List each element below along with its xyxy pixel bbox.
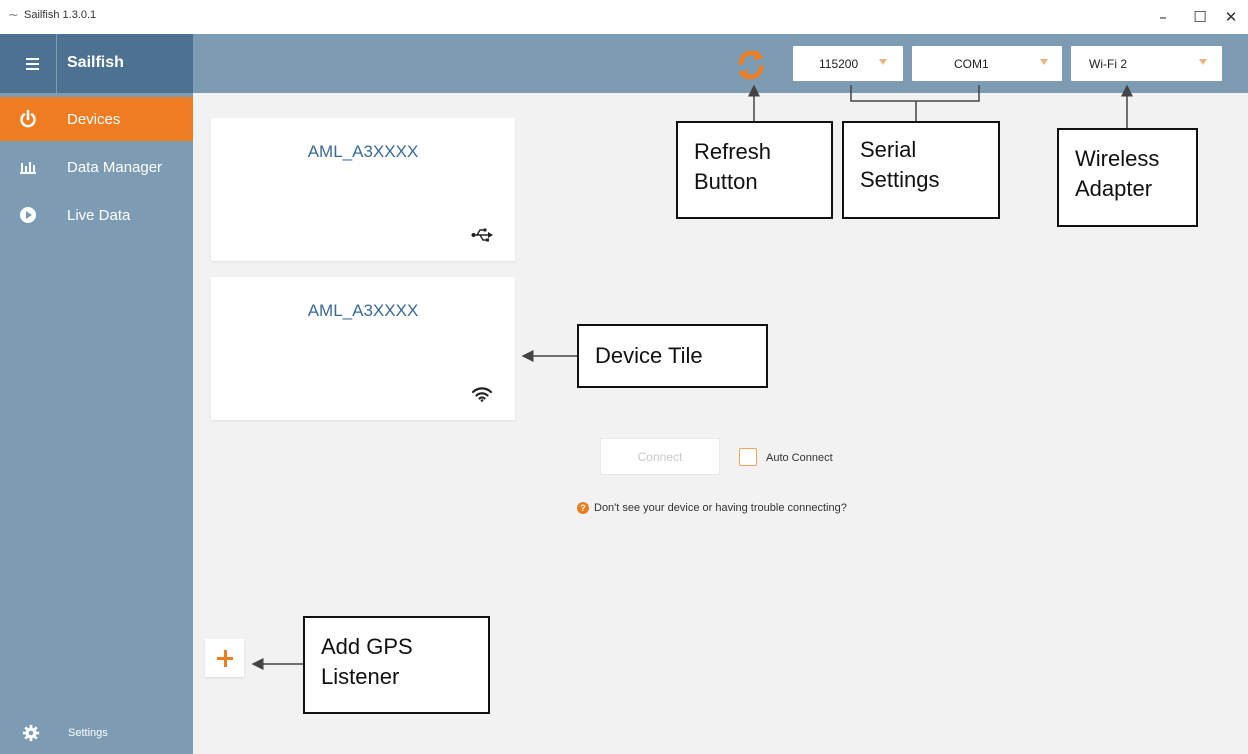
annotation-device-tile: Device Tile xyxy=(577,324,768,388)
annotation-text: Button xyxy=(694,169,758,194)
app-brand: Sailfish xyxy=(67,54,124,71)
device-tile[interactable]: AML_A3XXXX xyxy=(211,277,515,420)
auto-connect-checkbox[interactable] xyxy=(739,448,757,466)
app-window: ~ Sailfish 1.3.0.1 – ☐ ✕ 115200 COM1 Wi-… xyxy=(0,0,1248,754)
menu-icon-bar xyxy=(26,63,39,65)
wave-logo-icon: ~ xyxy=(8,8,19,23)
annotation-text: Adapter xyxy=(1075,176,1153,201)
add-gps-listener-button[interactable] xyxy=(205,639,244,677)
com-port-select[interactable]: COM1 xyxy=(912,46,1062,81)
annotation-text: Serial xyxy=(860,137,917,162)
sidebar-item-data-manager[interactable]: Data Manager xyxy=(0,145,193,189)
device-tile[interactable]: AML_A3XXXX xyxy=(211,118,515,261)
sidebar-item-devices[interactable]: Devices xyxy=(0,97,193,141)
sidebar-item-label: Settings xyxy=(68,727,108,739)
com-port-value: COM1 xyxy=(954,57,989,71)
menu-icon-bar xyxy=(26,68,39,70)
chevron-down-icon xyxy=(879,59,887,65)
annotation-text: Refresh xyxy=(694,139,772,164)
annotation-serial-settings: Serial Settings xyxy=(842,121,1000,219)
hamburger-menu-button[interactable] xyxy=(0,34,57,93)
gear-icon xyxy=(22,724,40,742)
help-link[interactable]: Don't see your device or having trouble … xyxy=(594,502,847,514)
power-icon xyxy=(20,109,36,128)
baud-rate-select[interactable]: 115200 xyxy=(793,46,903,81)
play-icon xyxy=(20,207,36,223)
annotation-text: Device Tile xyxy=(595,343,703,368)
baud-rate-value: 115200 xyxy=(819,57,859,71)
wireless-adapter-select[interactable]: Wi-Fi 2 xyxy=(1071,46,1222,81)
annotation-wireless-adapter: Wireless Adapter xyxy=(1057,128,1198,227)
menu-icon-bar xyxy=(26,58,39,60)
sidebar-item-label: Devices xyxy=(67,111,121,128)
plus-icon xyxy=(223,650,227,667)
bar-chart-icon xyxy=(20,162,36,174)
chevron-down-icon xyxy=(1199,59,1207,65)
annotation-text: Wireless xyxy=(1075,146,1160,171)
help-icon: ? xyxy=(577,502,589,514)
auto-connect-label: Auto Connect xyxy=(766,452,833,464)
connect-button[interactable]: Connect xyxy=(600,438,720,475)
wireless-adapter-value: Wi-Fi 2 xyxy=(1089,57,1127,71)
chevron-down-icon xyxy=(1040,59,1048,65)
close-button[interactable]: ✕ xyxy=(1218,6,1244,28)
device-name: AML_A3XXXX xyxy=(307,142,419,161)
sidebar-header: Sailfish xyxy=(0,34,193,93)
annotation-text: Listener xyxy=(321,664,400,689)
sidebar-item-settings[interactable]: Settings xyxy=(0,719,193,749)
wifi-icon xyxy=(471,387,493,402)
sidebar-item-live-data[interactable]: Live Data xyxy=(0,193,193,237)
usb-icon xyxy=(471,228,493,242)
title-bar: ~ Sailfish 1.3.0.1 – ☐ ✕ xyxy=(0,0,1248,34)
annotation-refresh: Refresh Button xyxy=(676,121,833,219)
window-title: Sailfish 1.3.0.1 xyxy=(24,9,97,21)
annotation-add-gps: Add GPS Listener xyxy=(303,616,490,714)
sidebar: Sailfish Devices Data Manager Live Data … xyxy=(0,34,193,754)
refresh-icon[interactable] xyxy=(734,48,768,82)
minimize-button[interactable]: – xyxy=(1150,6,1176,28)
device-name: AML_A3XXXX xyxy=(307,301,419,320)
sidebar-item-label: Live Data xyxy=(67,207,131,224)
annotation-text: Add GPS xyxy=(321,634,413,659)
maximize-button[interactable]: ☐ xyxy=(1187,6,1213,28)
annotation-text: Settings xyxy=(860,167,940,192)
sidebar-item-label: Data Manager xyxy=(67,159,163,176)
